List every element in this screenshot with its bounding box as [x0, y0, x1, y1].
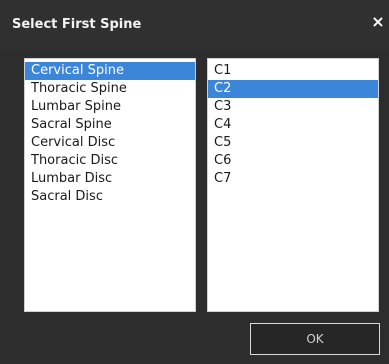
list-item[interactable]: C7 [208, 170, 378, 188]
list-item[interactable]: Thoracic Spine [25, 80, 195, 98]
spine-region-list[interactable]: Cervical Spine Thoracic Spine Lumbar Spi… [24, 58, 196, 312]
list-item[interactable]: Sacral Disc [25, 188, 195, 206]
list-item[interactable]: Lumbar Spine [25, 98, 195, 116]
list-item[interactable]: C4 [208, 116, 378, 134]
title-bar: Select First Spine × [0, 0, 389, 50]
list-item[interactable]: Sacral Spine [25, 116, 195, 134]
ok-button[interactable]: OK [250, 323, 380, 355]
list-item[interactable]: C5 [208, 134, 378, 152]
vertebra-list[interactable]: C1 C2 C3 C4 C5 C6 C7 [207, 58, 379, 312]
dialog-title: Select First Spine [12, 17, 142, 32]
select-spine-dialog: Select First Spine × Cervical Spine Thor… [0, 0, 389, 364]
list-item[interactable]: C2 [208, 80, 378, 98]
list-item[interactable]: C6 [208, 152, 378, 170]
list-item[interactable]: Thoracic Disc [25, 152, 195, 170]
list-item[interactable]: Cervical Spine [25, 62, 195, 80]
list-item[interactable]: Cervical Disc [25, 134, 195, 152]
list-item[interactable]: C1 [208, 62, 378, 80]
list-item[interactable]: Lumbar Disc [25, 170, 195, 188]
list-item[interactable]: C3 [208, 98, 378, 116]
close-icon[interactable]: × [371, 13, 385, 31]
